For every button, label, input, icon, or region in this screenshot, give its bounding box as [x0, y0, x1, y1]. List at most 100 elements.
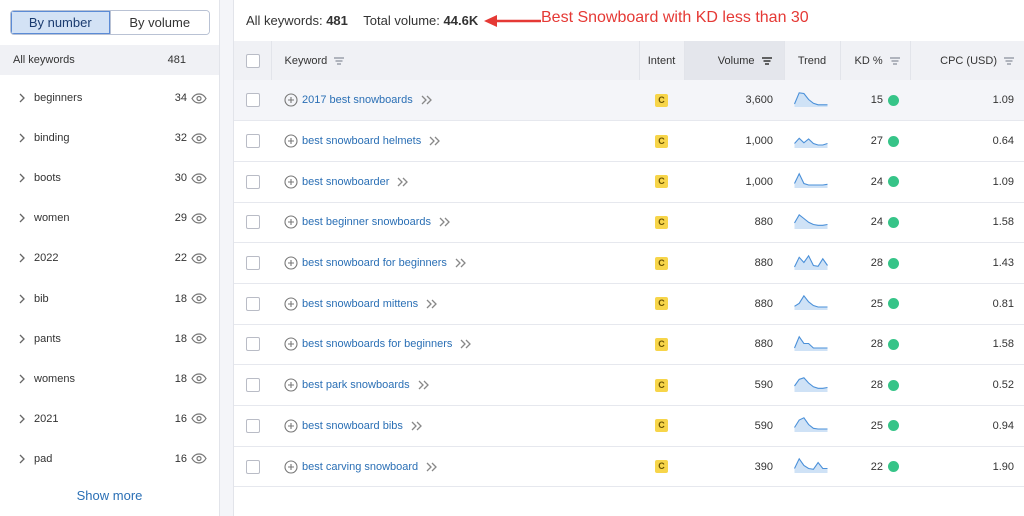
keyword-group-item[interactable]: 2021 16	[0, 399, 219, 439]
eye-icon[interactable]	[191, 293, 209, 305]
chevron-right-icon[interactable]	[16, 132, 28, 144]
eye-icon[interactable]	[191, 333, 209, 345]
sort-icon[interactable]	[1003, 56, 1015, 66]
keyword-link[interactable]: best carving snowboard	[302, 461, 418, 473]
double-chevron-right-icon[interactable]	[428, 136, 442, 146]
intent-cell: C	[639, 80, 684, 121]
add-to-list-icon[interactable]	[284, 215, 298, 229]
keyword-link[interactable]: best snowboarder	[302, 176, 389, 188]
double-chevron-right-icon[interactable]	[425, 299, 439, 309]
add-to-list-icon[interactable]	[284, 297, 298, 311]
intent-badge[interactable]: C	[655, 378, 668, 392]
trend-sparkline	[794, 295, 828, 311]
add-to-list-icon[interactable]	[284, 175, 298, 189]
add-to-list-icon[interactable]	[284, 378, 298, 392]
volume-cell: 880	[754, 216, 773, 229]
sort-icon[interactable]	[333, 56, 345, 66]
cpc-cell: 1.09	[992, 175, 1014, 188]
keyword-cell: best snowboard bibs	[271, 406, 639, 447]
intent-badge[interactable]: C	[655, 93, 668, 107]
row-checkbox[interactable]	[246, 337, 260, 352]
double-chevron-right-icon[interactable]	[396, 177, 410, 187]
row-checkbox[interactable]	[246, 418, 260, 433]
intent-badge[interactable]: C	[655, 215, 668, 229]
eye-icon[interactable]	[191, 132, 209, 144]
row-checkbox[interactable]	[246, 296, 260, 311]
chevron-right-icon[interactable]	[16, 413, 28, 425]
keyword-column-header[interactable]: Keyword	[271, 41, 640, 80]
row-checkbox[interactable]	[246, 378, 260, 393]
double-chevron-right-icon[interactable]	[454, 258, 468, 268]
keyword-group-item[interactable]: beginners 34	[0, 78, 219, 118]
double-chevron-right-icon[interactable]	[417, 380, 431, 390]
add-to-list-icon[interactable]	[284, 93, 298, 107]
eye-icon[interactable]	[191, 92, 209, 104]
row-checkbox[interactable]	[246, 174, 260, 189]
chevron-right-icon[interactable]	[16, 453, 28, 465]
chevron-right-icon[interactable]	[16, 293, 28, 305]
keyword-group-item[interactable]: pants 18	[0, 319, 219, 359]
add-to-list-icon[interactable]	[284, 134, 298, 148]
keyword-link[interactable]: best snowboard helmets	[302, 135, 421, 147]
keyword-link[interactable]: best park snowboards	[302, 379, 410, 391]
trend-sparkline	[794, 213, 828, 229]
add-to-list-icon[interactable]	[284, 459, 298, 474]
chevron-right-icon[interactable]	[16, 92, 28, 104]
sort-icon[interactable]	[889, 56, 901, 66]
keyword-link[interactable]: 2017 best snowboards	[302, 94, 413, 106]
kd-column-header[interactable]: KD %	[840, 41, 911, 80]
eye-icon[interactable]	[191, 252, 209, 264]
intent-badge[interactable]: C	[655, 134, 668, 148]
keyword-link[interactable]: best snowboard mittens	[302, 298, 418, 310]
keyword-link[interactable]: best snowboard for beginners	[302, 257, 447, 269]
sort-desc-icon[interactable]	[761, 56, 773, 66]
eye-icon[interactable]	[191, 373, 209, 385]
row-checkbox[interactable]	[246, 256, 260, 271]
double-chevron-right-icon[interactable]	[420, 95, 434, 105]
eye-icon[interactable]	[191, 413, 209, 425]
intent-badge[interactable]: C	[655, 297, 668, 311]
keyword-table-panel: All keywords: 481 Total volume: 44.6K Be…	[233, 0, 1024, 516]
row-checkbox[interactable]	[246, 215, 260, 230]
keyword-group-item[interactable]: womens 18	[0, 359, 219, 399]
eye-icon[interactable]	[191, 212, 209, 224]
add-to-list-icon[interactable]	[284, 337, 298, 352]
keyword-group-item[interactable]: boots 30	[0, 158, 219, 198]
double-chevron-right-icon[interactable]	[438, 217, 452, 227]
keyword-group-item[interactable]: bib 18	[0, 278, 219, 318]
keyword-link[interactable]: best snowboards for beginners	[302, 338, 452, 350]
all-keywords-group[interactable]: All keywords 481	[0, 45, 219, 75]
keyword-group-item[interactable]: 2022 22	[0, 238, 219, 278]
double-chevron-right-icon[interactable]	[459, 339, 473, 349]
intent-badge[interactable]: C	[655, 175, 668, 189]
chevron-right-icon[interactable]	[16, 373, 28, 385]
select-all-checkbox[interactable]	[246, 53, 260, 68]
keyword-group-item[interactable]: pad 16	[0, 439, 219, 479]
chevron-right-icon[interactable]	[16, 172, 28, 184]
by-number-button[interactable]: By number	[11, 11, 111, 34]
keyword-link[interactable]: best beginner snowboards	[302, 216, 431, 228]
intent-badge[interactable]: C	[655, 419, 668, 433]
intent-badge[interactable]: C	[655, 256, 668, 270]
keyword-link[interactable]: best snowboard bibs	[302, 420, 403, 432]
add-to-list-icon[interactable]	[284, 419, 298, 433]
by-volume-button[interactable]: By volume	[110, 11, 209, 34]
chevron-right-icon[interactable]	[16, 252, 28, 264]
keyword-group-item[interactable]: binding 32	[0, 118, 219, 158]
chevron-right-icon[interactable]	[16, 212, 28, 224]
double-chevron-right-icon[interactable]	[425, 462, 439, 472]
row-checkbox[interactable]	[246, 134, 260, 149]
intent-badge[interactable]: C	[655, 337, 668, 351]
row-checkbox[interactable]	[246, 93, 260, 108]
eye-icon[interactable]	[191, 453, 209, 465]
volume-column-header[interactable]: Volume	[684, 41, 785, 80]
intent-badge[interactable]: C	[655, 460, 668, 474]
add-to-list-icon[interactable]	[284, 256, 298, 270]
show-more-link[interactable]: Show more	[0, 488, 219, 503]
eye-icon[interactable]	[191, 172, 209, 184]
double-chevron-right-icon[interactable]	[410, 421, 424, 431]
chevron-right-icon[interactable]	[16, 333, 28, 345]
row-checkbox[interactable]	[246, 459, 260, 474]
cpc-column-header[interactable]: CPC (USD)	[910, 41, 1024, 80]
keyword-group-item[interactable]: women 29	[0, 198, 219, 238]
